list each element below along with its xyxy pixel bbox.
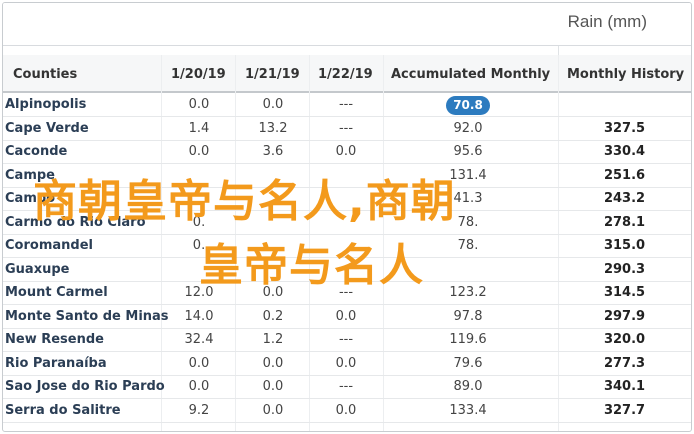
value-date-2: 0.2 xyxy=(262,308,284,324)
value-date-3: --- xyxy=(338,332,354,347)
county-name: Coromandel xyxy=(5,238,93,253)
value-date-1: 0.0 xyxy=(188,97,210,112)
value-accumulated: 133.4 xyxy=(449,402,487,418)
value-date-2: 1.2 xyxy=(262,332,284,347)
widget-header: Rain (mm) xyxy=(3,3,691,46)
rain-table-widget: Rain (mm) Counties 1/20/19 1/21/19 1/22/… xyxy=(2,2,692,432)
table-row[interactable]: Rio Paranaíba 0.0 0.0 0.0 79.6 277.3 xyxy=(3,353,691,376)
value-history xyxy=(558,94,691,116)
watermark-text: 商朝皇帝与名人,商朝 xyxy=(33,176,456,227)
widget-title: Rain (mm) xyxy=(567,12,647,31)
column-divider xyxy=(558,46,559,55)
value-date-1: 9.2 xyxy=(188,402,210,418)
value-date-2: 0.0 xyxy=(262,355,284,371)
county-name: Cape Verde xyxy=(5,120,89,136)
value-date-3: 0.0 xyxy=(335,355,357,371)
value-date-1: 14.0 xyxy=(184,308,214,324)
value-date-1: 1.4 xyxy=(188,120,210,136)
table-row[interactable]: Caconde 0.0 3.6 0.0 95.6 330.4 xyxy=(3,141,691,164)
value-accumulated: 119.6 xyxy=(449,332,487,347)
value-history: 327.5 xyxy=(603,120,646,136)
header-divider xyxy=(3,45,691,46)
value-date-2: 0.0 xyxy=(262,379,284,394)
table-row[interactable]: Monte Santo de Minas 14.0 0.2 0.0 97.8 297.9 xyxy=(3,306,691,329)
col-header-date-3[interactable]: 1/22/19 xyxy=(318,55,373,93)
value-history: 327.7 xyxy=(603,402,646,418)
value-date-1: 0.0 xyxy=(188,355,210,371)
value-date-3: 0.0 xyxy=(335,308,357,324)
table-row[interactable]: Cape Verde 1.4 13.2 --- 92.0 327.5 xyxy=(3,118,691,141)
value-history: 290.3 xyxy=(603,261,646,277)
value-history: 330.4 xyxy=(603,144,646,159)
col-header-counties[interactable]: Counties xyxy=(13,55,77,93)
county-name: Mount Carmel xyxy=(5,285,108,300)
table-row[interactable]: New Resende 32.4 1.2 --- 119.6 320.0 xyxy=(3,329,691,352)
value-date-3: --- xyxy=(338,120,354,136)
value-history: 277.3 xyxy=(603,355,646,371)
value-date-1: 0.0 xyxy=(188,144,210,159)
value-date-3: --- xyxy=(338,379,354,394)
county-name: Rio Paranaíba xyxy=(5,355,107,371)
value-date-2: 13.2 xyxy=(258,120,288,136)
county-name: Alpinopolis xyxy=(5,97,87,112)
county-name: New Resende xyxy=(5,332,104,347)
value-history: 340.1 xyxy=(603,379,646,394)
value-date-2: 3.6 xyxy=(262,144,284,159)
county-name: Guaxupe xyxy=(5,261,70,277)
county-name: Monte Santo de Minas xyxy=(5,308,169,324)
value-date-3: 0.0 xyxy=(335,144,357,159)
value-date-1: 32.4 xyxy=(184,332,214,347)
value-date-3: 0.0 xyxy=(335,402,357,418)
value-accumulated: 92.0 xyxy=(453,120,483,136)
value-history: 251.6 xyxy=(603,167,646,183)
highlight-badge: 70.8 xyxy=(446,96,490,115)
value-date-1: 0.0 xyxy=(188,379,210,394)
value-date-2: 0.0 xyxy=(262,402,284,418)
col-header-date-2[interactable]: 1/21/19 xyxy=(245,55,300,93)
county-name: Serra do Salitre xyxy=(5,402,121,418)
value-history: 315.0 xyxy=(603,238,646,253)
value-history: 278.1 xyxy=(603,214,646,230)
table-row[interactable]: Sao Jose do Rio Pardo 0.0 0.0 --- 89.0 340.1 xyxy=(3,376,691,399)
col-header-history[interactable]: Monthly History xyxy=(567,55,684,93)
county-name: Caconde xyxy=(5,144,68,159)
col-header-date-1[interactable]: 1/20/19 xyxy=(171,55,226,93)
value-history: 314.5 xyxy=(603,285,646,300)
value-date-3: --- xyxy=(338,97,354,112)
county-name: Sao Jose do Rio Pardo xyxy=(5,379,165,394)
value-history: 320.0 xyxy=(603,332,646,347)
value-accumulated: 89.0 xyxy=(453,379,483,394)
col-header-accumulated[interactable]: Accumulated Monthly xyxy=(391,55,550,93)
value-date-2: 0.0 xyxy=(262,97,284,112)
table-row[interactable]: Alpinopolis 0.0 0.0 --- 70.8 xyxy=(3,94,691,117)
value-accumulated: 97.8 xyxy=(453,308,483,324)
value-accumulated: 70.8 xyxy=(388,94,548,116)
value-accumulated: 95.6 xyxy=(453,144,483,159)
value-history: 243.2 xyxy=(603,191,646,206)
watermark-text: 皇帝与名人 xyxy=(199,240,424,291)
value-accumulated: 79.6 xyxy=(453,355,483,371)
value-history: 297.9 xyxy=(603,308,646,324)
table-row[interactable]: Serra do Salitre 9.2 0.0 0.0 133.4 327.7 xyxy=(3,400,691,423)
